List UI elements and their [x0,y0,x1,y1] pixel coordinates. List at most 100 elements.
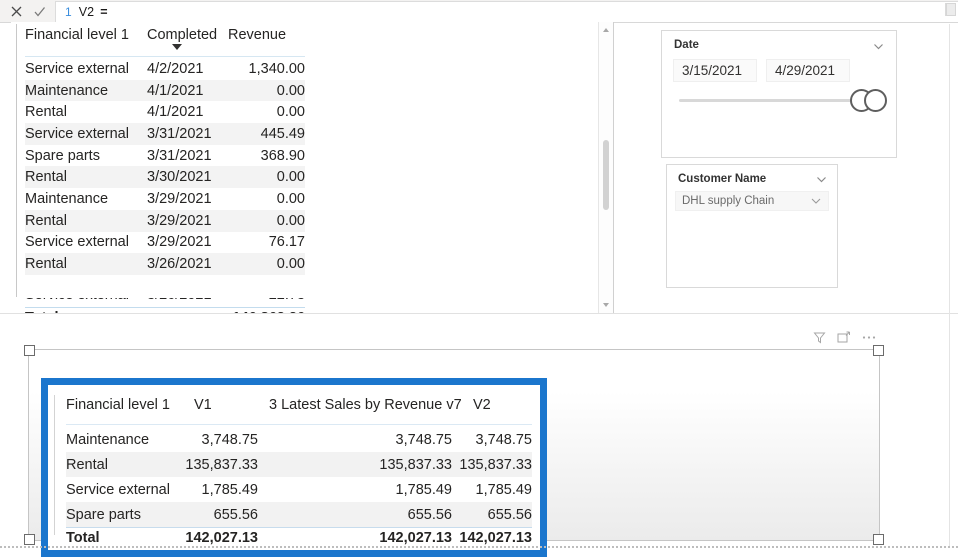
close-icon[interactable] [10,5,23,18]
cell-completed-date: 3/30/2021 [147,169,212,186]
formula-line-number: 1 [65,5,72,19]
table-row[interactable]: Rental 3/26/2021 0.00 [25,253,305,275]
matrix-visual[interactable]: Financial level 1 V1 3 Latest Sales by R… [48,385,540,550]
cell-completed-date: 3/31/2021 [147,125,212,142]
cell-category: Service external [25,234,129,251]
scroll-down-icon[interactable] [599,298,613,312]
upper-data-table: Financial level 1 Completed Revenue Serv… [11,22,601,313]
cell-category: Rental [25,104,67,121]
date-slicer[interactable]: Date 3/15/2021 4/29/2021 [661,30,897,158]
table-row[interactable]: Rental 3/29/2021 0.00 [25,209,305,232]
cell-category: Service external [25,60,129,77]
cell-latest-sales: 1,785.49 [395,481,452,498]
cell-category: Rental [25,169,67,186]
date-range-slider-track[interactable] [679,99,879,102]
table-row[interactable]: Maintenance 3,748.75 3,748.75 3,748.75 [66,427,532,452]
chevron-down-icon[interactable] [870,38,886,54]
cell-revenue: 0.00 [276,256,305,273]
table-row[interactable]: Service external 3/31/2021 445.49 [25,123,305,145]
date-to-input[interactable]: 4/29/2021 [766,59,850,82]
customer-slicer-title: Customer Name [678,173,767,185]
resize-handle-bottom-right[interactable] [873,534,884,545]
cell-v2: 655.56 [487,506,532,523]
visual-header-toolbar [812,330,876,344]
cell-completed-date: 3/29/2021 [147,212,212,229]
chevron-down-icon[interactable] [810,195,822,207]
matrix-total-divider [66,527,532,528]
column-header-v1[interactable]: V1 [194,397,212,413]
right-edge-rule [949,24,950,546]
resize-handle-bottom-left[interactable] [24,534,35,545]
scroll-up-icon[interactable] [599,23,613,37]
more-options-icon[interactable] [862,330,876,344]
customer-name-slicer[interactable]: Customer Name DHL supply Chain [666,164,838,288]
resize-handle-top-left[interactable] [24,345,35,356]
cell-completed-date: 3/29/2021 [147,234,212,251]
table-row[interactable]: Spare parts 3/31/2021 368.90 [25,145,305,167]
scrollbar-thumb[interactable] [603,140,609,210]
total-label: Total [66,530,100,546]
total-v2: 142,027.13 [459,530,532,546]
cell-category: Maintenance [25,82,109,99]
cell-category: Rental [25,256,67,273]
report-canvas: Financial level 1 V1 3 Latest Sales by R… [0,313,958,557]
table-row[interactable]: Service external 1,785.49 1,785.49 1,785.49 [66,477,532,502]
table-row[interactable]: Service external 3/29/2021 76.17 [25,232,305,254]
matrix-header-divider [66,424,532,425]
scroll-nub[interactable] [946,3,956,16]
checkmark-icon[interactable] [33,5,46,18]
table-row[interactable]: Service external 3/26/2021 22.73 [25,298,305,305]
table-row[interactable]: Maintenance 4/1/2021 0.00 [25,79,305,102]
chevron-down-icon[interactable] [813,171,829,187]
table-left-rule [16,24,17,297]
resize-handle-top-right[interactable] [873,345,884,356]
cell-v1: 655.56 [213,506,258,523]
filter-icon[interactable] [812,330,826,344]
table-row[interactable]: Service external 4/2/2021 1,340.00 [25,58,305,80]
upper-table-body: Service external 4/2/2021 1,340.00 Maintena… [25,58,305,275]
focus-mode-icon[interactable] [837,330,851,344]
vertical-scrollbar[interactable] [598,22,613,313]
cell-category: Spare parts [66,506,141,523]
cell-revenue: 0.00 [276,104,305,121]
customer-dropdown-value: DHL supply Chain [682,195,775,207]
table-row[interactable]: Maintenance 3/29/2021 0.00 [25,188,305,210]
column-header-v2[interactable]: V2 [473,397,491,413]
table-row[interactable]: Rental 135,837.33 135,837.33 135,837.33 [66,452,532,477]
column-header-completed[interactable]: Completed [147,27,217,43]
cell-revenue: 0.00 [276,190,305,207]
table-row[interactable]: Spare parts 655.56 655.56 655.56 [66,502,532,527]
date-slicer-title: Date [674,39,699,51]
cell-v2: 135,837.33 [459,456,532,473]
page-boundary-dots [0,546,958,548]
cell-revenue: 445.49 [260,125,305,142]
upper-data-table-panel: Financial level 1 Completed Revenue Serv… [11,22,614,314]
cell-revenue: 368.90 [260,147,305,164]
cell-completed-date: 3/31/2021 [147,147,212,164]
cell-category: Spare parts [25,147,100,164]
upper-table-clipped-row: Service external 3/26/2021 22.73 [25,298,305,305]
date-range-handle-right[interactable] [864,89,887,112]
cell-revenue: 1,340.00 [248,60,305,77]
date-from-input[interactable]: 3/15/2021 [673,59,757,82]
total-v1: 142,027.13 [185,530,258,546]
highlight-annotation-box: Financial level 1 V1 3 Latest Sales by R… [41,378,547,557]
customer-dropdown[interactable]: DHL supply Chain [675,191,829,211]
cell-completed-date: 4/2/2021 [147,60,204,77]
cell-latest-sales: 135,837.33 [379,456,452,473]
column-header-latest-sales-by-revenue[interactable]: 3 Latest Sales by Revenue v7 [269,397,462,413]
column-header-revenue[interactable]: Revenue [228,27,286,43]
header-divider [25,56,305,57]
table-row[interactable]: Rental 3/30/2021 0.00 [25,166,305,189]
cell-v1: 3,748.75 [201,431,258,448]
table-row[interactable]: Rental 4/1/2021 0.00 [25,101,305,123]
selected-visual-container[interactable]: Financial level 1 V1 3 Latest Sales by R… [24,331,884,557]
cell-v2: 1,785.49 [475,481,532,498]
formula-measure-name: V2 [78,5,95,19]
cell-latest-sales: 655.56 [407,506,452,523]
cell-completed-date: 3/29/2021 [147,190,212,207]
column-header-financial-level-1[interactable]: Financial level 1 [66,397,170,413]
column-header-financial-level-1[interactable]: Financial level 1 [25,27,129,43]
formula-input[interactable]: 1 V2 = [55,1,958,22]
total-middle: 142,027.13 [379,530,452,546]
